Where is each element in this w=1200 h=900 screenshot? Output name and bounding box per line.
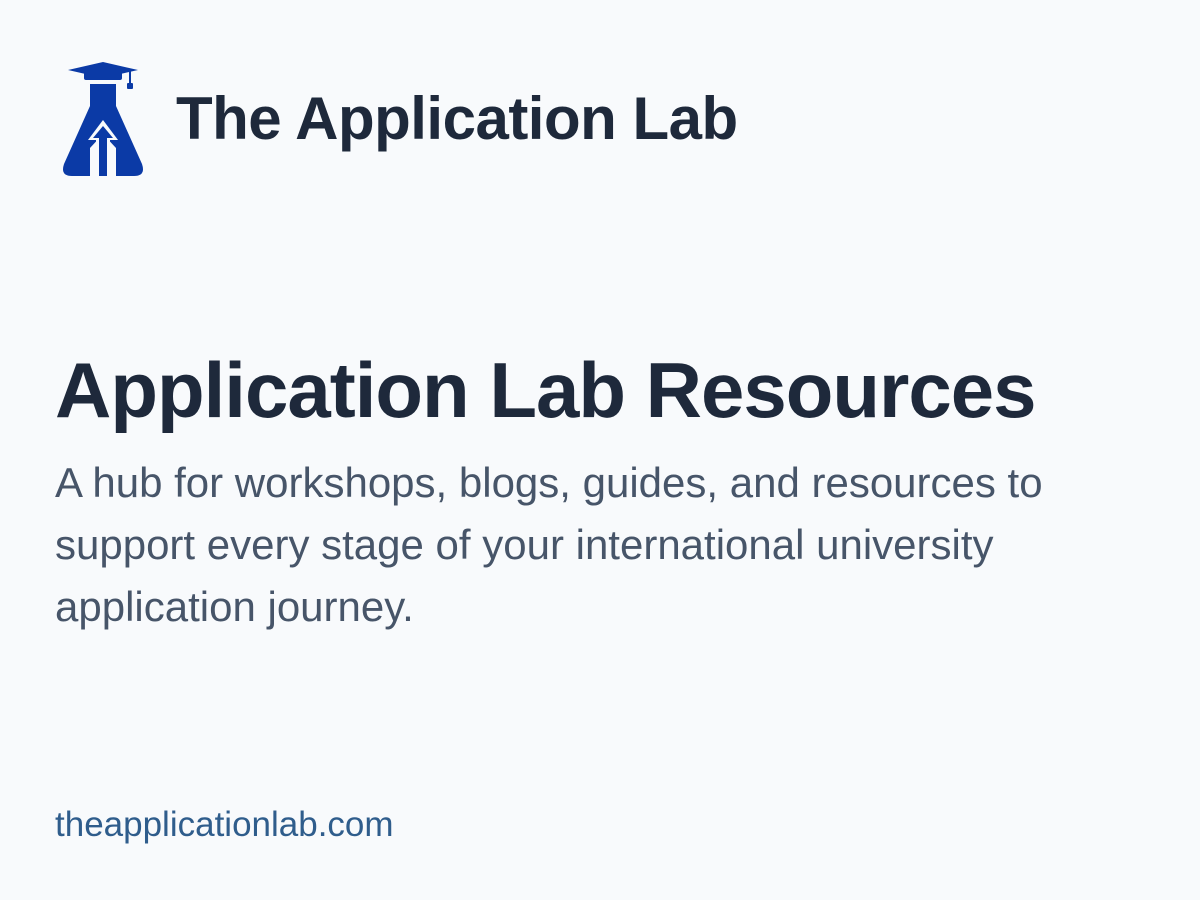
website-link[interactable]: theapplicationlab.com (55, 804, 394, 846)
flask-graduation-cap-arrow-icon (58, 60, 148, 178)
brand-name: The Application Lab (176, 85, 738, 152)
page-title: Application Lab Resources (55, 346, 1037, 434)
brand-header: The Application Lab (58, 60, 738, 178)
page-subtitle: A hub for workshops, blogs, guides, and … (55, 458, 1043, 630)
hero-section: Application Lab Resources A hub for work… (55, 346, 1165, 638)
